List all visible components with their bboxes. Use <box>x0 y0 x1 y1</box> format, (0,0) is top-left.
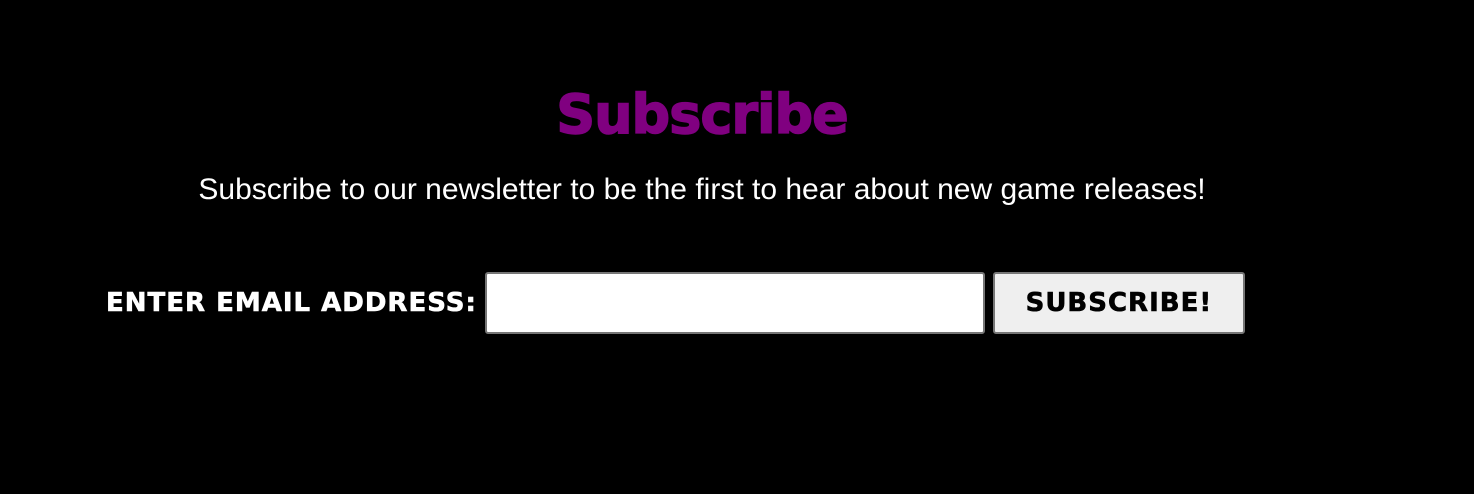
subscribe-form: ENTER EMAIL ADDRESS: SUBSCRIBE! <box>106 272 1245 334</box>
email-label: ENTER EMAIL ADDRESS: <box>106 288 477 319</box>
newsletter-description: Subscribe to our newsletter to be the fi… <box>198 173 1206 206</box>
email-input[interactable] <box>484 272 985 334</box>
subscribe-button[interactable]: SUBSCRIBE! <box>992 272 1245 334</box>
newsletter-title: Subscribe <box>555 82 849 147</box>
page: Subscribe Subscribe to our newsletter to… <box>0 0 1474 494</box>
